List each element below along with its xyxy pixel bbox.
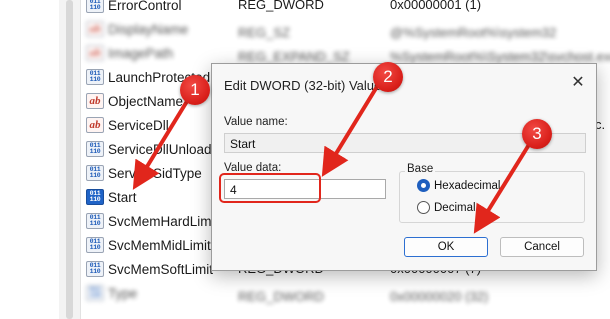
value-data: 0x00000020 (32) [390,288,489,304]
dword-icon: 011 110 [86,213,104,229]
radio-selected-icon [417,179,430,192]
close-icon[interactable]: ✕ [568,73,588,93]
string-icon: ab [86,117,104,133]
value-data: 0x00000001 (1) [390,0,482,12]
string-icon: ab [86,93,104,109]
value-name: SvcMemSoftLimit [108,261,214,277]
dword-icon: 011 110 [86,237,104,253]
dialog-title: Edit DWORD (32-bit) Value [224,78,382,93]
value-data-highlight [219,173,321,203]
value-row[interactable]: 011 110 SvcMemMidLimit [86,234,211,256]
value-row[interactable]: ab ServiceDll [86,114,169,136]
dword-icon: 011 110 [86,69,104,85]
value-name: SvcMemMidLimit [108,237,211,253]
value-row[interactable]: 011 110 ServiceSidType [86,162,202,184]
string-icon: ab [86,21,104,37]
value-row[interactable]: ab ImagePath [86,42,173,64]
tree-scrollbar[interactable] [59,0,81,319]
value-type: REG_SZ [238,24,291,40]
dword-icon: 011 110 [86,141,104,157]
value-name: ServiceDllUnload [108,141,212,157]
dword-icon: 011 110 [86,285,104,301]
step-badge-3: 3 [522,119,552,149]
value-name: DisplayName [108,21,189,37]
value-row[interactable]: ab DisplayName [86,18,188,40]
step-badge-1: 1 [180,75,210,105]
value-data: @%SystemRoot%\system32 [390,24,557,40]
edit-dword-dialog: Edit DWORD (32-bit) Value ✕ Value name: … [211,63,597,271]
string-icon: ab [86,45,104,61]
dword-icon: 011 110 [86,261,104,277]
ok-button[interactable]: OK [404,237,488,257]
value-name: Type [108,285,138,301]
value-row[interactable]: 011 110 Start [86,186,137,208]
value-row[interactable]: ab ObjectName [86,90,183,112]
dword-icon: 011 110 [86,0,104,13]
value-name: Start [108,189,137,205]
hexadecimal-radio[interactable]: Hexadecimal [417,179,500,192]
cancel-button[interactable]: Cancel [500,237,584,257]
value-row[interactable]: 011 110 SvcMemSoftLimit [86,258,213,280]
scrollbar-thumb[interactable] [66,0,73,319]
value-type: REG_DWORD [238,288,324,304]
value-name: ObjectName [108,93,184,109]
value-name: ImagePath [108,45,174,61]
decimal-label: Decimal [434,201,476,214]
value-name: ServiceDll [108,117,169,133]
value-row[interactable]: 011 110 ErrorControl [86,0,182,16]
dword-icon: 011 110 [86,189,104,205]
registry-editor-window: 011 110 ErrorControl REG_DWORD 0x00000001 (1… [0,0,610,319]
value-row[interactable]: 011 110 ServiceDllUnload [86,138,212,160]
value-name: SvcMemHardLimit [108,213,219,229]
step-badge-2: 2 [373,62,403,92]
value-row[interactable]: 011 110 SvcMemHardLimit [86,210,218,232]
decimal-radio[interactable]: Decimal [417,201,476,214]
hexadecimal-label: Hexadecimal [434,179,501,192]
value-name: ErrorControl [108,0,182,13]
value-name: ServiceSidType [108,165,202,181]
value-name-label: Value name: [224,116,288,128]
value-row[interactable]: 011 110 Type [86,282,137,304]
base-label: Base [405,163,436,175]
dword-icon: 011 110 [86,165,104,181]
radio-unselected-icon [417,201,430,214]
value-type: REG_DWORD [238,0,324,12]
